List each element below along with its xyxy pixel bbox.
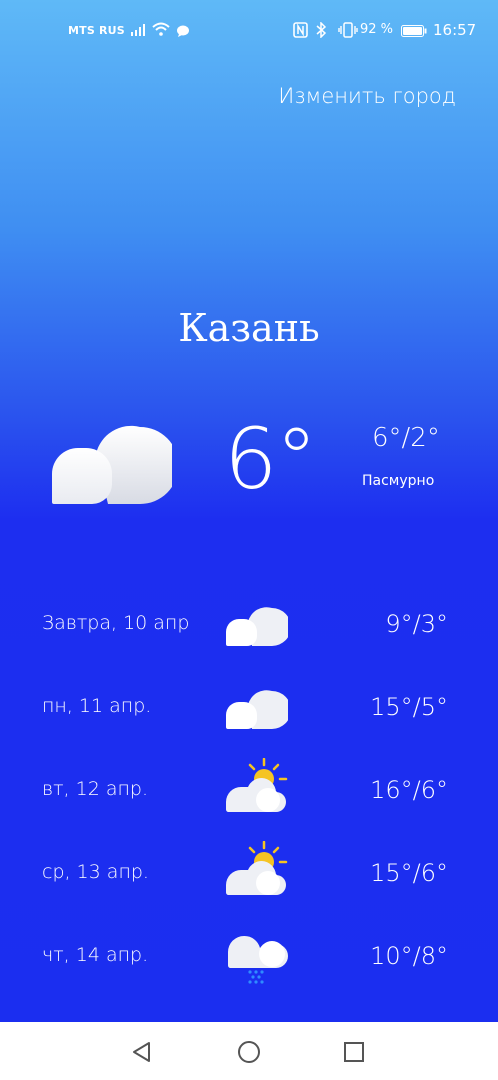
message-icon [176, 25, 190, 40]
cloud-icon [50, 424, 179, 510]
navigation-bar [0, 1022, 498, 1080]
home-icon[interactable] [237, 1041, 261, 1067]
back-icon[interactable] [130, 1041, 154, 1067]
recents-icon[interactable] [343, 1041, 365, 1067]
forecast-row: Завтра, 10 апр 9°/3° [0, 600, 498, 660]
forecast-day: Завтра, 10 апр [42, 612, 190, 634]
battery-percent: 92 % [360, 22, 394, 37]
forecast-day: ср, 13 апр. [42, 861, 149, 883]
vibrate-icon [338, 22, 358, 41]
cloud-icon [222, 600, 291, 654]
forecast-temperature: 9°/3° [385, 610, 448, 638]
forecast-temperature: 15°/5° [370, 693, 448, 721]
cloud-icon [222, 683, 291, 737]
forecast-day: чт, 14 апр. [42, 944, 149, 966]
forecast-temperature: 16°/6° [370, 776, 448, 804]
wifi-icon [152, 22, 170, 39]
carrier-label: MTS RUS [68, 24, 125, 37]
weather-screen: MTS RUS 92 % 16:57 Изменить город Казань [0, 0, 498, 1022]
forecast-temperature: 10°/8° [370, 942, 448, 970]
battery-icon [401, 25, 427, 40]
clock: 16:57 [433, 21, 477, 39]
city-name: Казань [178, 306, 320, 350]
forecast-day: пн, 11 апр. [42, 695, 152, 717]
bluetooth-icon [315, 21, 327, 41]
status-bar: MTS RUS 92 % 16:57 [0, 0, 498, 62]
weather-description: Пасмурно [362, 473, 435, 489]
nfc-icon [293, 22, 308, 41]
forecast-row: чт, 14 апр. 10°/8° [0, 932, 498, 992]
forecast-row: пн, 11 апр. 15°/5° [0, 683, 498, 743]
forecast-day: вт, 12 апр. [42, 778, 149, 800]
sun-cloud-icon [222, 757, 292, 820]
signal-icon [131, 24, 147, 39]
forecast-row: вт, 12 апр. 16°/6° [0, 757, 498, 826]
rain-cloud-icon [222, 932, 288, 990]
forecast-row: ср, 13 апр. 15°/6° [0, 840, 498, 909]
current-temperature: 6° [224, 410, 317, 508]
current-temperature-range: 6°/2° [372, 423, 440, 453]
forecast-temperature: 15°/6° [370, 859, 448, 887]
change-city-button[interactable]: Изменить город [278, 84, 456, 108]
sun-cloud-icon [222, 840, 292, 903]
